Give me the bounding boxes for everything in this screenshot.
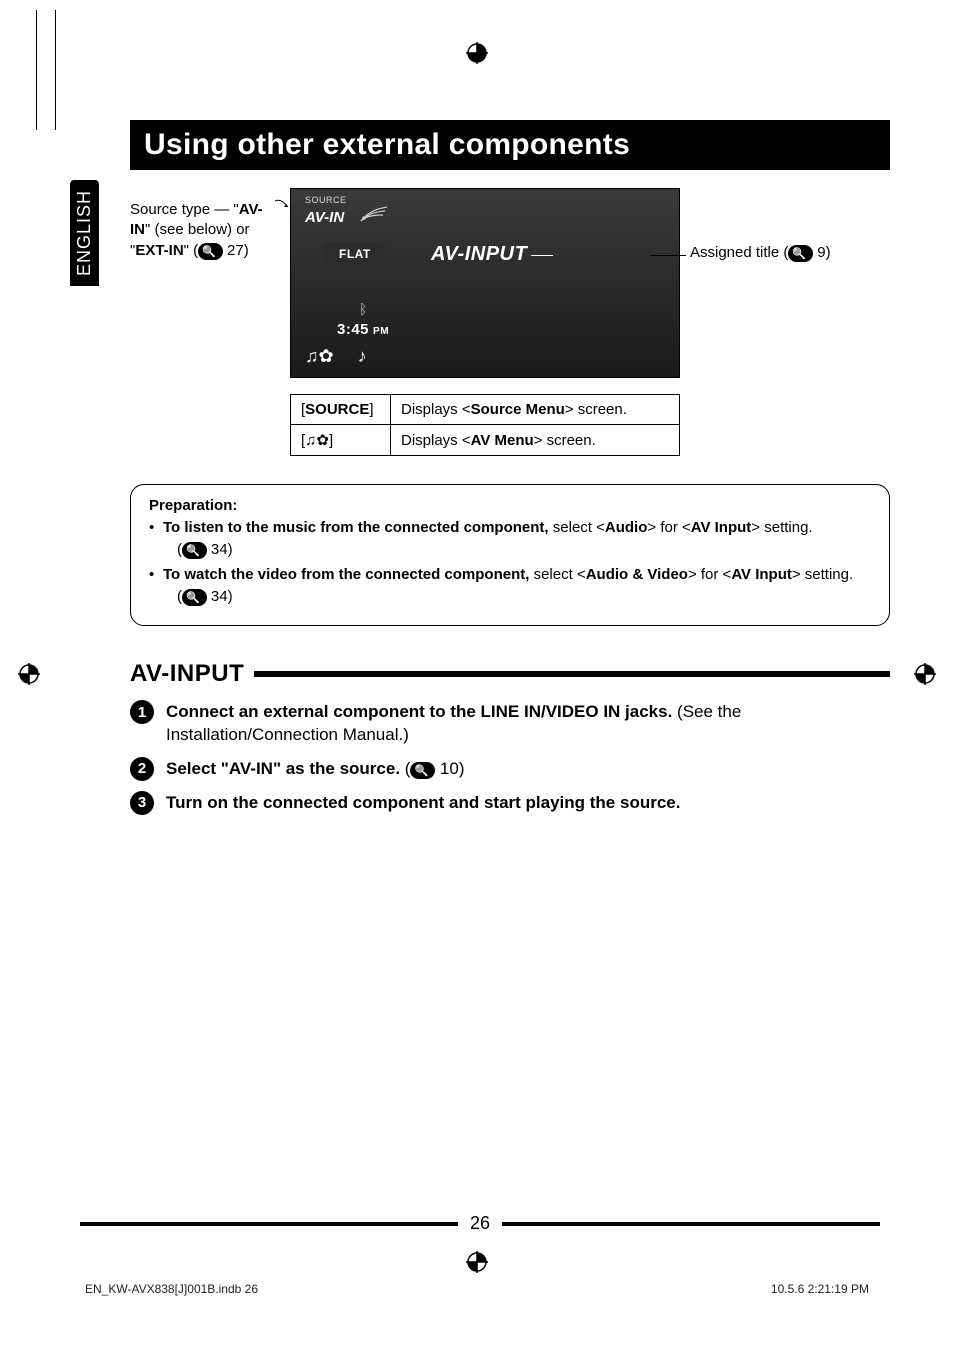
text: ) bbox=[244, 242, 249, 259]
imprint-file: EN_KW-AVX838[J]001B.indb 26 bbox=[85, 1282, 258, 1296]
time-ampm: PM bbox=[373, 326, 389, 337]
description-cell: Displays <Source Menu> screen. bbox=[391, 395, 680, 425]
step-text: Turn on the connected component and star… bbox=[166, 791, 680, 815]
text: Source type — " bbox=[130, 201, 239, 218]
text: > for < bbox=[688, 566, 731, 583]
text: select < bbox=[534, 566, 586, 583]
text: Audio & Video bbox=[586, 566, 688, 583]
text: > setting. bbox=[751, 519, 812, 536]
step-text: Connect an external component to the LIN… bbox=[166, 700, 890, 747]
text: " ( bbox=[184, 242, 199, 259]
section-heading: AV-INPUT bbox=[130, 660, 890, 688]
device-screen: SOURCE AV-IN FLAT AV-INPUT ᛒ 3:45 PM ♫✿ ♪ bbox=[290, 188, 680, 378]
button-cell: [♫✿] bbox=[291, 425, 391, 456]
text: ) bbox=[459, 759, 465, 778]
button-cell: [SOURCE] bbox=[291, 395, 391, 425]
preparation-box: Preparation: To listen to the music from… bbox=[130, 484, 890, 626]
text: AV Input bbox=[691, 519, 752, 536]
text: Source Menu bbox=[471, 401, 565, 418]
time-value: 3:45 bbox=[337, 321, 369, 338]
callout-arrow-icon bbox=[275, 198, 289, 212]
source-button-label: SOURCE bbox=[305, 195, 347, 205]
button-function-table: [SOURCE] Displays <Source Menu> screen. … bbox=[290, 394, 680, 456]
text: Displays < bbox=[401, 401, 471, 418]
page-ref-number: 10 bbox=[440, 759, 459, 778]
source-type-note: Source type — "AV-IN" (see below) or "EX… bbox=[130, 188, 280, 261]
av-menu-icon: ♫✿ bbox=[305, 346, 334, 367]
page-ref-icon bbox=[182, 589, 207, 606]
page-ref-icon bbox=[410, 762, 435, 779]
preparation-header: Preparation: bbox=[149, 497, 871, 514]
registration-mark-right bbox=[914, 663, 936, 691]
page-ref-number: 9 bbox=[817, 244, 825, 261]
text: select < bbox=[553, 519, 605, 536]
page-number: 26 bbox=[470, 1213, 490, 1234]
registration-mark-left bbox=[18, 663, 40, 691]
text: > screen. bbox=[534, 432, 596, 449]
text: ) bbox=[826, 244, 831, 261]
page-ref: ( 34) bbox=[163, 540, 871, 560]
text: Assigned title ( bbox=[690, 244, 788, 261]
screen-toolbar: ♫✿ ♪ bbox=[305, 346, 367, 367]
list-item: To watch the video from the connected co… bbox=[149, 565, 871, 608]
text: > setting. bbox=[792, 566, 853, 583]
text: To watch the video from the connected co… bbox=[163, 566, 534, 583]
music-icon: ♪ bbox=[358, 346, 367, 367]
page-ref-number: 34 bbox=[211, 588, 228, 605]
imprint-footer: EN_KW-AVX838[J]001B.indb 26 10.5.6 2:21:… bbox=[85, 1282, 869, 1296]
step-number-icon: 2 bbox=[130, 757, 154, 781]
step-number-icon: 3 bbox=[130, 791, 154, 815]
bluetooth-icon: ᛒ bbox=[359, 301, 367, 317]
page-title: Using other external components bbox=[130, 120, 890, 170]
page-ref-number: 27 bbox=[227, 242, 244, 259]
text: Audio bbox=[605, 519, 648, 536]
button-label: SOURCE bbox=[305, 401, 369, 418]
step-number-icon: 1 bbox=[130, 700, 154, 724]
step-1: 1 Connect an external component to the L… bbox=[130, 700, 890, 747]
assigned-title-note: Assigned title ( 9) bbox=[690, 188, 831, 262]
text: To listen to the music from the connecte… bbox=[163, 519, 553, 536]
page-ref-icon bbox=[198, 243, 223, 260]
text: AV Input bbox=[731, 566, 792, 583]
page-ref-icon bbox=[182, 542, 207, 559]
table-row: [SOURCE] Displays <Source Menu> screen. bbox=[291, 395, 680, 425]
page-ref-number: 34 bbox=[211, 541, 228, 558]
step-3: 3 Turn on the connected component and st… bbox=[130, 791, 890, 815]
imprint-timestamp: 10.5.6 2:21:19 PM bbox=[771, 1282, 869, 1296]
page-ref: ( 34) bbox=[163, 587, 871, 607]
text: Connect an external component to the LIN… bbox=[166, 702, 677, 721]
page-content: ENGLISH Using other external components … bbox=[80, 120, 890, 825]
eq-preset-button: FLAT bbox=[325, 243, 385, 265]
screen-title: AV-INPUT bbox=[431, 243, 527, 266]
footer-rule bbox=[80, 1222, 458, 1226]
section-title: AV-INPUT bbox=[130, 660, 244, 688]
language-tab: ENGLISH bbox=[70, 180, 99, 286]
text: > for < bbox=[647, 519, 690, 536]
top-row: Source type — "AV-IN" (see below) or "EX… bbox=[130, 188, 890, 378]
step-text: Select "AV-IN" as the source. ( 10) bbox=[166, 757, 464, 781]
text: EXT-IN bbox=[135, 242, 183, 259]
registration-mark-bottom bbox=[466, 1251, 488, 1279]
signal-icon bbox=[359, 203, 389, 223]
crop-mark bbox=[36, 10, 66, 130]
page-ref-icon bbox=[788, 245, 813, 262]
page-footer: 26 bbox=[80, 1213, 880, 1234]
step-2: 2 Select "AV-IN" as the source. ( 10) bbox=[130, 757, 890, 781]
description-cell: Displays <AV Menu> screen. bbox=[391, 425, 680, 456]
text: AV Menu bbox=[471, 432, 534, 449]
clock: 3:45 PM bbox=[337, 321, 389, 338]
text: Select "AV-IN" as the source. bbox=[166, 759, 405, 778]
steps-list: 1 Connect an external component to the L… bbox=[130, 700, 890, 815]
list-item: To listen to the music from the connecte… bbox=[149, 518, 871, 561]
table-row: [♫✿] Displays <AV Menu> screen. bbox=[291, 425, 680, 456]
text: > screen. bbox=[565, 401, 627, 418]
text: Turn on the connected component and star… bbox=[166, 793, 680, 812]
text: Displays < bbox=[401, 432, 471, 449]
source-name: AV-IN bbox=[305, 209, 344, 226]
registration-mark-top bbox=[466, 42, 488, 70]
footer-rule bbox=[502, 1222, 880, 1226]
heading-rule bbox=[254, 671, 890, 677]
